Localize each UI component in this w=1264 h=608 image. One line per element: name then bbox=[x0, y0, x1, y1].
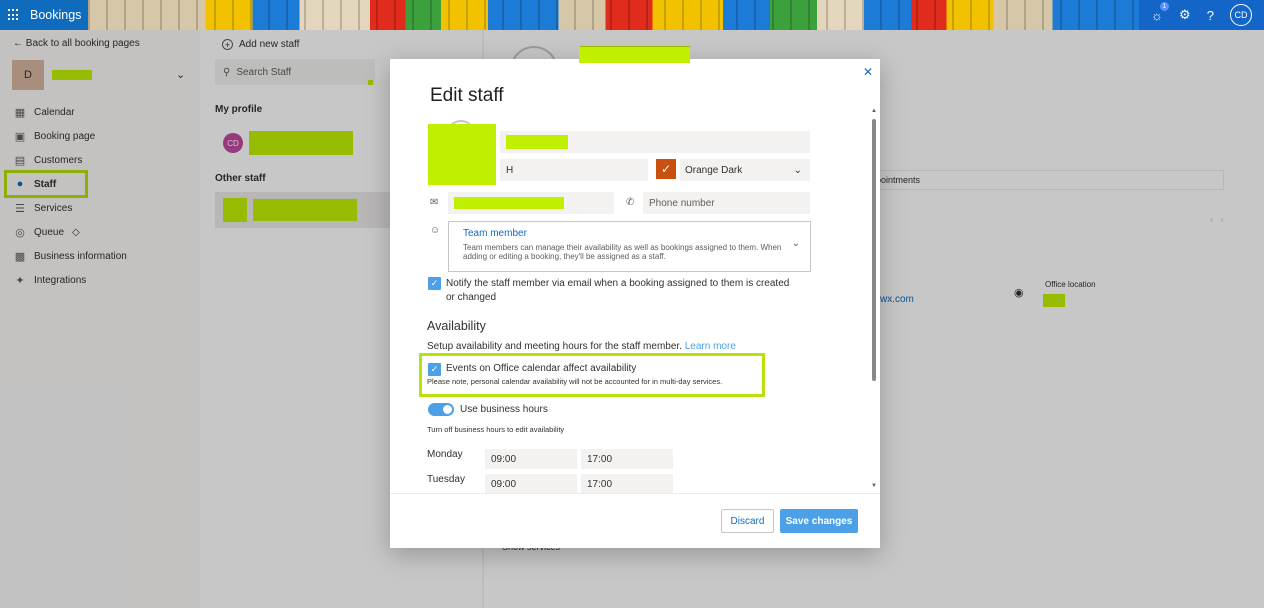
color-swatch[interactable]: ✓ bbox=[656, 159, 676, 179]
header-banner-image bbox=[88, 0, 1264, 30]
business-hours-label: Use business hours bbox=[460, 404, 548, 415]
tuesday-end-time[interactable]: 17:00 bbox=[581, 474, 673, 493]
top-bar-actions: ☼ 1 ⚙ ? CD bbox=[1139, 0, 1264, 30]
availability-title: Availability bbox=[427, 319, 486, 333]
footer-divider bbox=[390, 493, 880, 494]
role-description: Team members can manage their availabili… bbox=[463, 243, 782, 261]
scroll-down-icon[interactable]: ▼ bbox=[871, 483, 877, 489]
role-select[interactable]: Team member Team members can manage thei… bbox=[448, 221, 811, 272]
help-icon[interactable]: ? bbox=[1207, 8, 1214, 23]
day-label-monday: Monday bbox=[427, 449, 463, 460]
name-value-redacted bbox=[506, 135, 568, 149]
gear-icon[interactable]: ⚙ bbox=[1179, 7, 1191, 23]
staff-name-field[interactable] bbox=[500, 131, 810, 153]
person-icon: ☺ bbox=[430, 225, 441, 236]
scroll-up-icon[interactable]: ▲ bbox=[871, 108, 877, 114]
highlight-box bbox=[419, 353, 765, 397]
close-icon[interactable]: ✕ bbox=[863, 65, 873, 79]
scrollbar-thumb[interactable] bbox=[872, 119, 876, 381]
save-changes-button[interactable]: Save changes bbox=[780, 509, 858, 533]
dialog-scroll-area: H ✓ Orange Dark ⌄ ✉ ✆ Phone number ☺ Team… bbox=[390, 111, 880, 493]
waffle-icon[interactable] bbox=[8, 9, 20, 21]
office-calendar-checkbox[interactable]: ✓ bbox=[428, 363, 441, 376]
color-select[interactable]: Orange Dark ⌄ bbox=[680, 159, 810, 181]
app-brand[interactable]: Bookings bbox=[0, 0, 88, 30]
office-calendar-note: Please note, personal calendar availabil… bbox=[427, 377, 723, 386]
business-hours-toggle[interactable] bbox=[428, 403, 454, 416]
chevron-down-icon: ⌄ bbox=[793, 164, 802, 176]
monday-end-time[interactable]: 17:00 bbox=[581, 449, 673, 469]
header-name-redacted bbox=[579, 47, 690, 63]
top-bar: Bookings ☼ 1 ⚙ ? CD bbox=[0, 0, 1264, 30]
dialog-title: Edit staff bbox=[430, 85, 504, 106]
color-name: Orange Dark bbox=[685, 164, 743, 176]
staff-photo-redacted[interactable] bbox=[428, 124, 496, 185]
learn-more-link[interactable]: Learn more bbox=[685, 341, 736, 352]
edit-staff-dialog: ✕ Edit staff H ✓ Orange Dark ⌄ ✉ ✆ Phone … bbox=[390, 59, 880, 548]
dialog-scrollbar[interactable] bbox=[872, 111, 876, 493]
phone-field[interactable]: Phone number bbox=[643, 192, 810, 214]
office-calendar-label: Events on Office calendar affect availab… bbox=[446, 363, 637, 374]
discard-button[interactable]: Discard bbox=[721, 509, 774, 533]
initials-field[interactable]: H bbox=[500, 159, 648, 181]
notify-label: Notify the staff member via email when a… bbox=[446, 278, 790, 303]
app-name: Bookings bbox=[30, 8, 82, 22]
monday-start-time[interactable]: 09:00 bbox=[485, 449, 577, 469]
chevron-down-icon: ⌄ bbox=[791, 238, 800, 249]
lightbulb-icon[interactable]: ☼ 1 bbox=[1151, 1, 1169, 23]
notify-checkbox[interactable]: ✓ bbox=[428, 277, 441, 290]
availability-desc-text: Setup availability and meeting hours for… bbox=[427, 341, 682, 352]
mail-icon: ✉ bbox=[430, 197, 439, 208]
tuesday-start-time[interactable]: 09:00 bbox=[485, 474, 577, 493]
email-field[interactable] bbox=[448, 192, 614, 214]
phone-icon: ✆ bbox=[626, 197, 635, 208]
business-hours-note: Turn off business hours to edit availabi… bbox=[427, 425, 565, 434]
availability-description: Setup availability and meeting hours for… bbox=[427, 341, 736, 352]
day-label-tuesday: Tuesday bbox=[427, 474, 465, 485]
user-avatar[interactable]: CD bbox=[1229, 4, 1252, 26]
role-title: Team member bbox=[463, 228, 527, 239]
email-value-redacted bbox=[454, 197, 564, 209]
notification-badge: 1 bbox=[1159, 1, 1169, 11]
